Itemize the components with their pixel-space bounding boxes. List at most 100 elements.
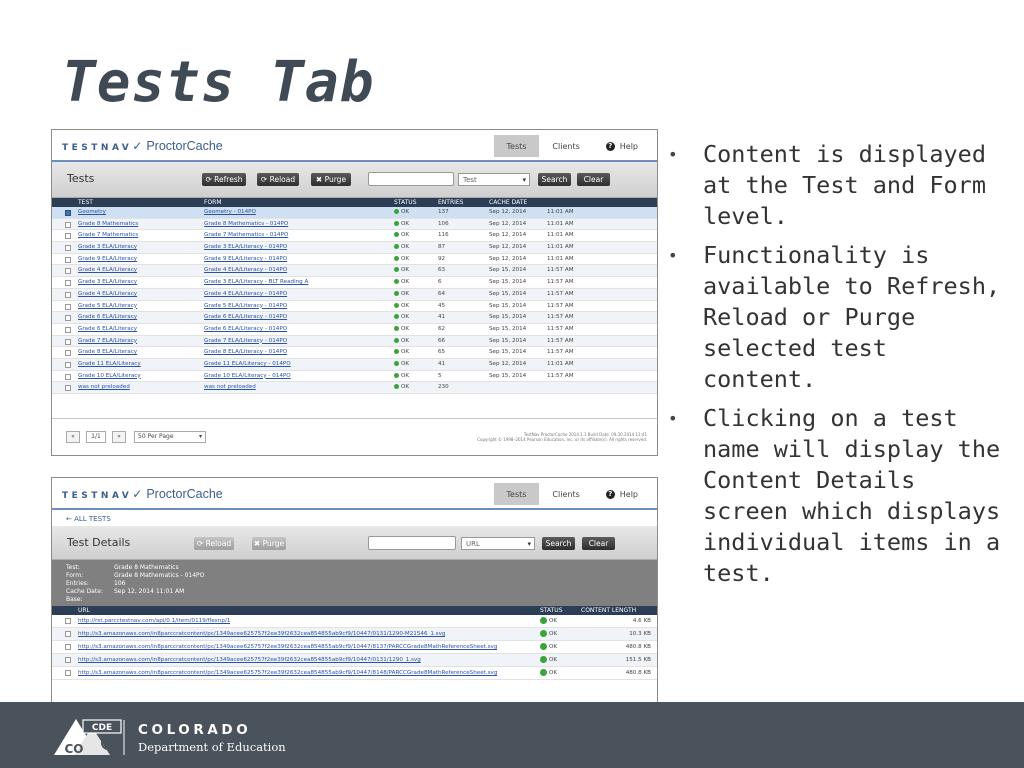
table-row[interactable]: Grade 9 ELA/Literacy Grade 9 ELA/Literacy… (52, 254, 657, 266)
form-name-link[interactable]: Grade 7 Mathematics - 014PO (204, 230, 288, 242)
table-row[interactable]: Grade 11 ELA/Literacy Grade 11 ELA/Litera… (52, 358, 657, 371)
row-checkbox[interactable] (65, 644, 71, 650)
test-name-link[interactable]: Geometry (78, 207, 106, 219)
test-name-link[interactable]: was not preloaded (78, 382, 130, 394)
row-checkbox[interactable] (65, 326, 71, 333)
tab-help[interactable]: ? Help (593, 483, 651, 505)
test-name-link[interactable]: Grade 4 ELA/Literacy (78, 289, 137, 301)
tab-help[interactable]: ? Help (593, 135, 651, 157)
form-name-link[interactable]: Grade 5 ELA/Literacy - 014PO (204, 301, 287, 313)
test-name-link[interactable]: Grade 3 ELA/Literacy (78, 277, 137, 289)
form-name-link[interactable]: Grade 8 Mathematics - 014PO (204, 219, 288, 231)
table-row[interactable]: Grade 4 ELA/Literacy Grade 4 ELA/Literacy… (52, 265, 657, 278)
row-checkbox[interactable] (65, 233, 71, 240)
col-test[interactable]: TEST (78, 198, 93, 207)
col-url[interactable]: URL (78, 606, 90, 615)
test-name-link[interactable]: Grade 8 ELA/Literacy (78, 347, 137, 359)
table-row[interactable]: Grade 10 ELA/Literacy Grade 10 ELA/Litera… (52, 371, 657, 383)
table-row[interactable]: http://s3.amazonaws.com/in8parccratconte… (52, 628, 657, 641)
tab-tests[interactable]: Tests (493, 135, 540, 157)
row-checkbox[interactable] (65, 618, 71, 624)
table-row[interactable]: Geometry Geometry - 014PO OK 137 Sep 12, 201… (52, 207, 657, 219)
form-name-link[interactable]: Grade 11 ELA/Literacy - 014PO (204, 359, 291, 371)
clear-button[interactable]: Clear (577, 173, 610, 186)
table-row[interactable]: Grade 8 Mathematics Grade 8 Mathematics -… (52, 218, 657, 231)
col-entries[interactable]: ENTRIES (438, 198, 463, 207)
search-input[interactable] (368, 536, 456, 550)
row-checkbox[interactable] (65, 256, 71, 263)
col-form[interactable]: FORM (204, 198, 222, 207)
table-row[interactable]: Grade 6 ELA/Literacy Grade 6 ELA/Literacy… (52, 324, 657, 336)
row-checkbox[interactable] (65, 670, 71, 676)
test-name-link[interactable]: Grade 7 ELA/Literacy (78, 336, 137, 348)
test-name-link[interactable]: Grade 9 ELA/Literacy (78, 254, 137, 266)
form-name-link[interactable]: Grade 3 ELA/Literacy - 014PO (204, 242, 287, 254)
row-checkbox[interactable] (65, 631, 71, 637)
table-row[interactable]: Grade 5 ELA/Literacy Grade 5 ELA/Literacy… (52, 301, 657, 313)
url-link[interactable]: http://s3.amazonaws.com/in8parccratconte… (78, 654, 421, 667)
form-name-link[interactable]: Geometry - 014PO (204, 207, 256, 219)
form-name-link[interactable]: Grade 6 ELA/Literacy - 014PO (204, 312, 287, 324)
row-checkbox[interactable] (65, 210, 71, 216)
form-name-link[interactable]: Grade 9 ELA/Literacy - 014PO (204, 254, 287, 266)
purge-button[interactable]: ✖ Purge (311, 173, 351, 186)
table-row[interactable]: Grade 7 Mathematics Grade 7 Mathematics -… (52, 230, 657, 243)
filter-select[interactable]: URL ▾ (461, 537, 535, 550)
purge-button[interactable]: ✖ Purge (252, 537, 286, 550)
table-row[interactable]: http://s3.amazonaws.com/in8parccratconte… (52, 641, 657, 654)
row-checkbox[interactable] (65, 373, 71, 380)
filter-select[interactable]: Test ▾ (458, 173, 530, 186)
tab-clients[interactable]: Clients (539, 483, 592, 505)
table-row[interactable]: Grade 3 ELA/Literacy Grade 3 ELA/Literacy… (52, 277, 657, 289)
table-row[interactable]: was not preloaded was not preloaded OK 230 (52, 382, 657, 394)
table-row[interactable]: Grade 7 ELA/Literacy Grade 7 ELA/Literacy… (52, 335, 657, 348)
row-checkbox[interactable] (65, 315, 71, 322)
col-status[interactable]: STATUS (394, 198, 417, 207)
test-name-link[interactable]: Grade 10 ELA/Literacy (78, 371, 141, 383)
table-row[interactable]: http://rst.parcctestnav.com/api/0.1/item… (52, 615, 657, 628)
row-checkbox[interactable] (65, 291, 71, 298)
form-name-link[interactable]: Grade 4 ELA/Literacy - 014PO (204, 289, 287, 301)
search-button[interactable]: Search (542, 537, 575, 550)
refresh-button[interactable]: ⟳ Refresh (202, 173, 246, 186)
form-name-link[interactable]: Grade 8 ELA/Literacy - 014PO (204, 347, 287, 359)
form-name-link[interactable]: was not preloaded (204, 382, 256, 394)
search-button[interactable]: Search (538, 173, 571, 186)
url-link[interactable]: http://rst.parcctestnav.com/api/0.1/item… (78, 615, 230, 628)
test-name-link[interactable]: Grade 5 ELA/Literacy (78, 301, 137, 313)
row-checkbox[interactable] (65, 280, 71, 287)
table-row[interactable]: Grade 8 ELA/Literacy Grade 8 ELA/Literacy… (52, 347, 657, 359)
url-link[interactable]: http://s3.amazonaws.com/in8parccratconte… (78, 641, 497, 654)
form-name-link[interactable]: Grade 7 ELA/Literacy - 014PO (204, 336, 287, 348)
test-name-link[interactable]: Grade 6 ELA/Literacy (78, 312, 137, 324)
test-name-link[interactable]: Grade 7 Mathematics (78, 230, 138, 242)
tab-tests[interactable]: Tests (493, 483, 540, 505)
row-checkbox[interactable] (65, 245, 71, 252)
tab-clients[interactable]: Clients (539, 135, 592, 157)
test-name-link[interactable]: Grade 3 ELA/Literacy (78, 242, 137, 254)
form-name-link[interactable]: Grade 4 ELA/Literacy - 014PO (204, 265, 287, 277)
table-row[interactable]: http://s3.amazonaws.com/in8parccratconte… (52, 654, 657, 667)
url-link[interactable]: http://s3.amazonaws.com/in8parccratconte… (78, 628, 445, 641)
table-row[interactable]: http://s3.amazonaws.com/in8parccratconte… (52, 667, 657, 680)
row-checkbox[interactable] (65, 361, 71, 368)
pager-next-button[interactable]: » (112, 431, 126, 443)
col-status[interactable]: STATUS (540, 606, 563, 615)
per-page-select[interactable]: 50 Per Page ▾ (134, 431, 206, 443)
col-cache-date[interactable]: CACHE DATE (489, 198, 527, 207)
test-name-link[interactable]: Grade 8 Mathematics (78, 219, 138, 231)
row-checkbox[interactable] (65, 657, 71, 663)
search-input[interactable] (368, 172, 454, 186)
reload-button[interactable]: ⟳ Reload (257, 173, 299, 186)
pager-first-button[interactable]: « (66, 431, 80, 443)
test-name-link[interactable]: Grade 4 ELA/Literacy (78, 265, 137, 277)
reload-button[interactable]: ⟳ Reload (194, 537, 234, 550)
row-checkbox[interactable] (65, 303, 71, 310)
table-row[interactable]: Grade 4 ELA/Literacy Grade 4 ELA/Literacy… (52, 288, 657, 301)
row-checkbox[interactable] (65, 221, 71, 228)
table-row[interactable]: Grade 6 ELA/Literacy Grade 6 ELA/Literacy… (52, 312, 657, 324)
test-name-link[interactable]: Grade 11 ELA/Literacy (78, 359, 141, 371)
clear-button[interactable]: Clear (582, 537, 615, 550)
form-name-link[interactable]: Grade 10 ELA/Literacy - 014PO (204, 371, 291, 383)
row-checkbox[interactable] (65, 385, 71, 392)
